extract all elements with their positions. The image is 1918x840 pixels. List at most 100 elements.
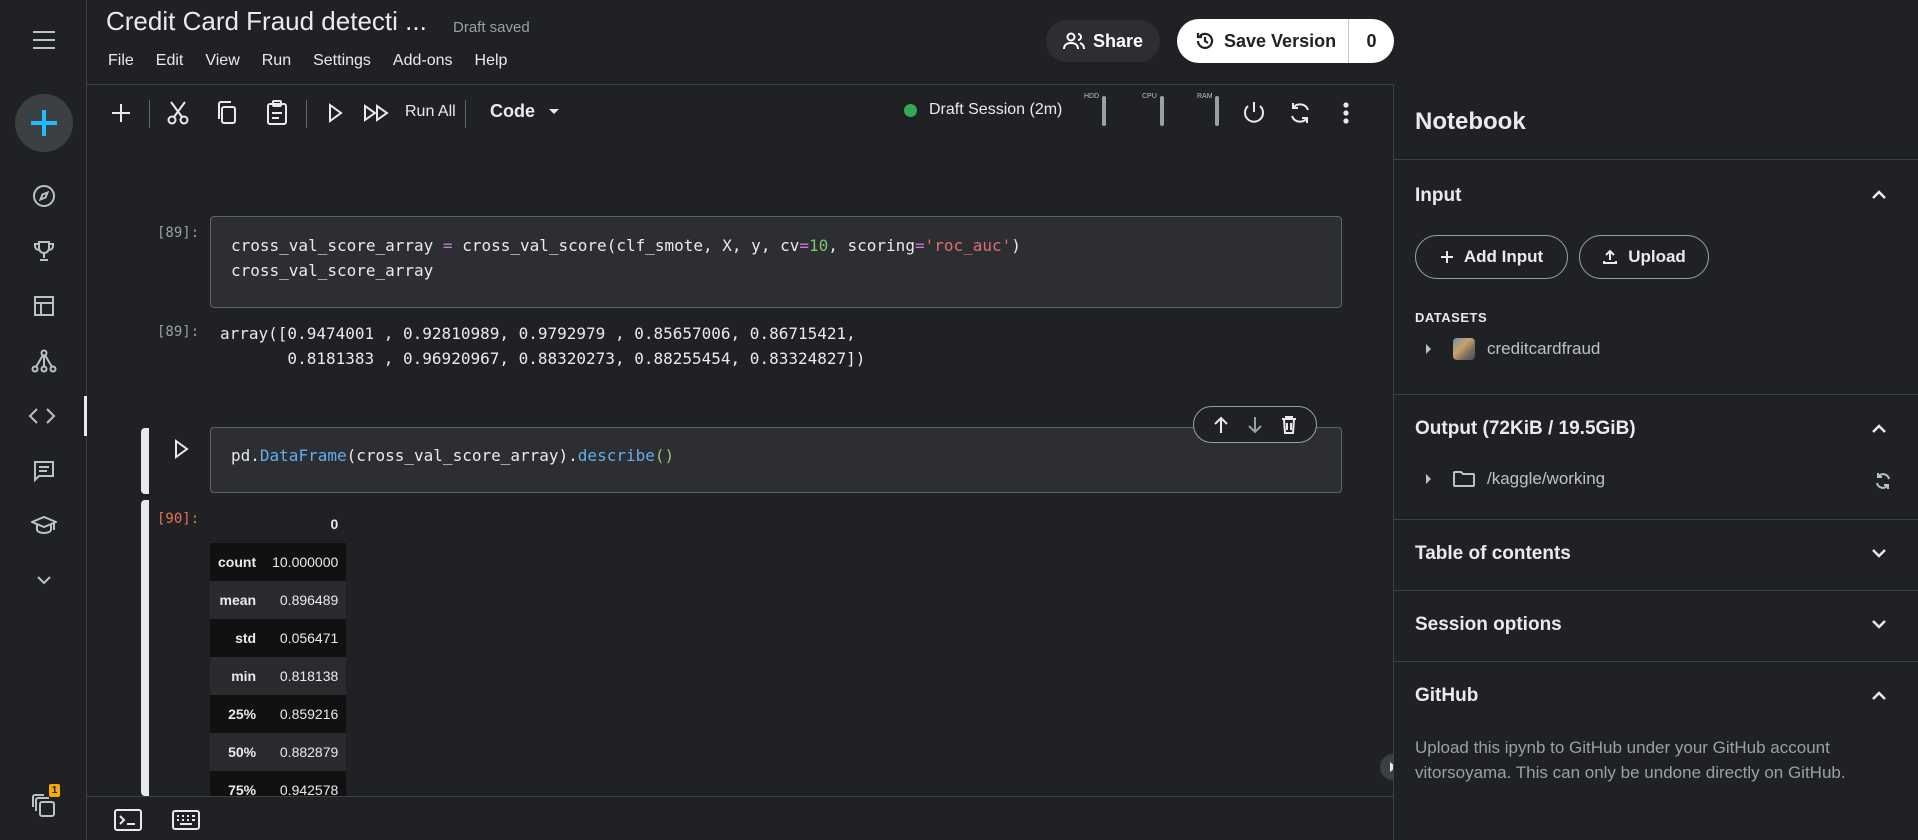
panel-divider (1394, 159, 1918, 160)
dataset-name: creditcardfraud (1487, 339, 1601, 358)
delete-trash-icon[interactable] (1280, 415, 1298, 435)
chevron-up-icon[interactable] (1870, 422, 1888, 440)
row-label: count (210, 543, 265, 581)
row-value: 0.818138 (264, 657, 347, 695)
competitions-trophy-icon[interactable] (0, 231, 87, 271)
output-folder-item[interactable]: /kaggle/working (1426, 469, 1605, 489)
paste-clipboard-icon[interactable] (262, 96, 292, 130)
move-up-arrow-icon[interactable] (1212, 415, 1230, 435)
ram-meter[interactable]: RAM (1197, 93, 1227, 129)
keyboard-shortcuts-icon[interactable] (171, 803, 201, 837)
menu-settings[interactable]: Settings (313, 52, 371, 70)
upload-icon (1603, 249, 1618, 264)
code-token: DataFrame (259, 446, 347, 465)
add-cell-plus-icon[interactable] (106, 96, 136, 130)
code-token: () (654, 446, 675, 465)
code-line: cross_val_score_array (231, 261, 434, 280)
expand-caret-icon[interactable] (1426, 344, 1431, 354)
chevron-down-icon[interactable] (1870, 546, 1888, 564)
explore-compass-icon[interactable] (0, 176, 87, 216)
ram-bar (1215, 96, 1219, 126)
upload-button[interactable]: Upload (1579, 235, 1709, 279)
restart-refresh-icon[interactable] (1285, 96, 1315, 130)
panel-divider (1394, 519, 1918, 520)
learn-graduation-cap-icon[interactable] (0, 506, 87, 546)
people-icon (1062, 32, 1085, 50)
datasets-table-icon[interactable] (0, 286, 87, 326)
menu-help[interactable]: Help (475, 52, 508, 70)
table-row: min 0.818138 (210, 657, 347, 695)
version-count[interactable]: 0 (1349, 31, 1394, 52)
session-status[interactable]: Draft Session (2m) (904, 101, 1062, 119)
share-button[interactable]: Share (1046, 20, 1160, 62)
panel-divider (1394, 394, 1918, 395)
left-nav-rail: 1 (0, 0, 87, 840)
power-icon[interactable] (1239, 96, 1269, 130)
toolbar-separator (465, 100, 466, 128)
menu-edit[interactable]: Edit (156, 52, 184, 70)
expand-caret-icon[interactable] (1426, 474, 1431, 484)
chevron-down-icon[interactable] (1870, 617, 1888, 635)
cell-input-prompt: [89]: (157, 225, 200, 241)
cut-scissors-icon[interactable] (163, 96, 193, 130)
more-vertical-icon[interactable] (1331, 96, 1361, 130)
code-token: ) (1011, 236, 1021, 255)
code-cell-2-source[interactable]: pd.DataFrame(cross_val_score_array).desc… (231, 443, 674, 468)
save-version-button[interactable]: Save Version 0 (1177, 19, 1394, 63)
github-section-heading[interactable]: GitHub (1415, 685, 1478, 707)
chevron-up-icon[interactable] (1870, 689, 1888, 707)
row-value: 0.896489 (264, 581, 347, 619)
output-line: array([0.9474001 , 0.92810989, 0.9792979… (220, 324, 856, 343)
panel-divider (1394, 661, 1918, 662)
row-label: 25% (210, 695, 265, 733)
code-token: (cross_val_score_array). (346, 446, 578, 465)
hdd-label: HDD (1084, 93, 1100, 100)
hamburger-menu-icon[interactable] (0, 20, 87, 60)
output-folder-path: /kaggle/working (1487, 469, 1606, 488)
run-all-button[interactable]: Run All (405, 103, 456, 121)
output-section-heading[interactable]: Output (72KiB / 19.5GiB) (1415, 418, 1636, 440)
more-chevron-down-icon[interactable] (0, 560, 87, 600)
menu-run[interactable]: Run (262, 52, 291, 70)
move-down-arrow-icon[interactable] (1246, 415, 1264, 435)
add-input-label: Add Input (1463, 247, 1544, 266)
chevron-up-icon[interactable] (1870, 188, 1888, 206)
cell-type-select[interactable]: Code (490, 101, 559, 122)
ram-label: RAM (1197, 93, 1213, 100)
table-row: std 0.056471 (210, 619, 347, 657)
discussions-chat-icon[interactable] (0, 451, 87, 491)
copy-icon[interactable] (212, 96, 242, 130)
menu-add-ons[interactable]: Add-ons (393, 52, 453, 70)
github-description: Upload this ipynb to GitHub under your G… (1415, 738, 1846, 782)
run-cell-button[interactable] (166, 432, 196, 466)
notification-badge: 1 (49, 784, 60, 797)
describe-output-table: 0 count 10.000000 mean 0.896489 std 0.05647… (210, 505, 347, 809)
row-value: 0.056471 (264, 619, 347, 657)
session-options-heading[interactable]: Session options (1415, 614, 1562, 636)
code-icon[interactable] (0, 396, 87, 436)
menu-file[interactable]: File (108, 52, 134, 70)
table-row: count 10.000000 (210, 543, 347, 581)
add-input-button[interactable]: Add Input (1415, 235, 1568, 279)
dataset-item-creditcardfraud[interactable]: creditcardfraud (1426, 338, 1600, 360)
run-cell-play-icon[interactable] (320, 96, 350, 130)
menu-view[interactable]: View (205, 52, 239, 70)
active-cell-output-indicator (141, 500, 149, 796)
toc-section-heading[interactable]: Table of contents (1415, 543, 1571, 565)
console-terminal-icon[interactable] (113, 803, 143, 837)
code-cell-1-source[interactable]: cross_val_score_array = cross_val_score(… (231, 233, 1021, 283)
notebook-title[interactable]: Credit Card Fraud detecti ... (106, 6, 427, 37)
cpu-meter[interactable]: CPU (1142, 93, 1172, 129)
row-label: mean (210, 581, 265, 619)
dataset-thumbnail (1453, 338, 1475, 360)
table-header-row: 0 (210, 505, 346, 543)
notifications-stack-icon[interactable] (0, 786, 87, 826)
models-network-icon[interactable] (0, 341, 87, 381)
hdd-meter[interactable]: HDD (1084, 93, 1114, 129)
panel-title: Notebook (1415, 108, 1526, 135)
run-all-fast-forward-icon[interactable] (362, 96, 392, 130)
sync-refresh-icon[interactable] (1874, 472, 1892, 495)
input-section-heading[interactable]: Input (1415, 185, 1461, 207)
create-button[interactable] (15, 94, 73, 152)
toolbar-separator (149, 100, 150, 128)
